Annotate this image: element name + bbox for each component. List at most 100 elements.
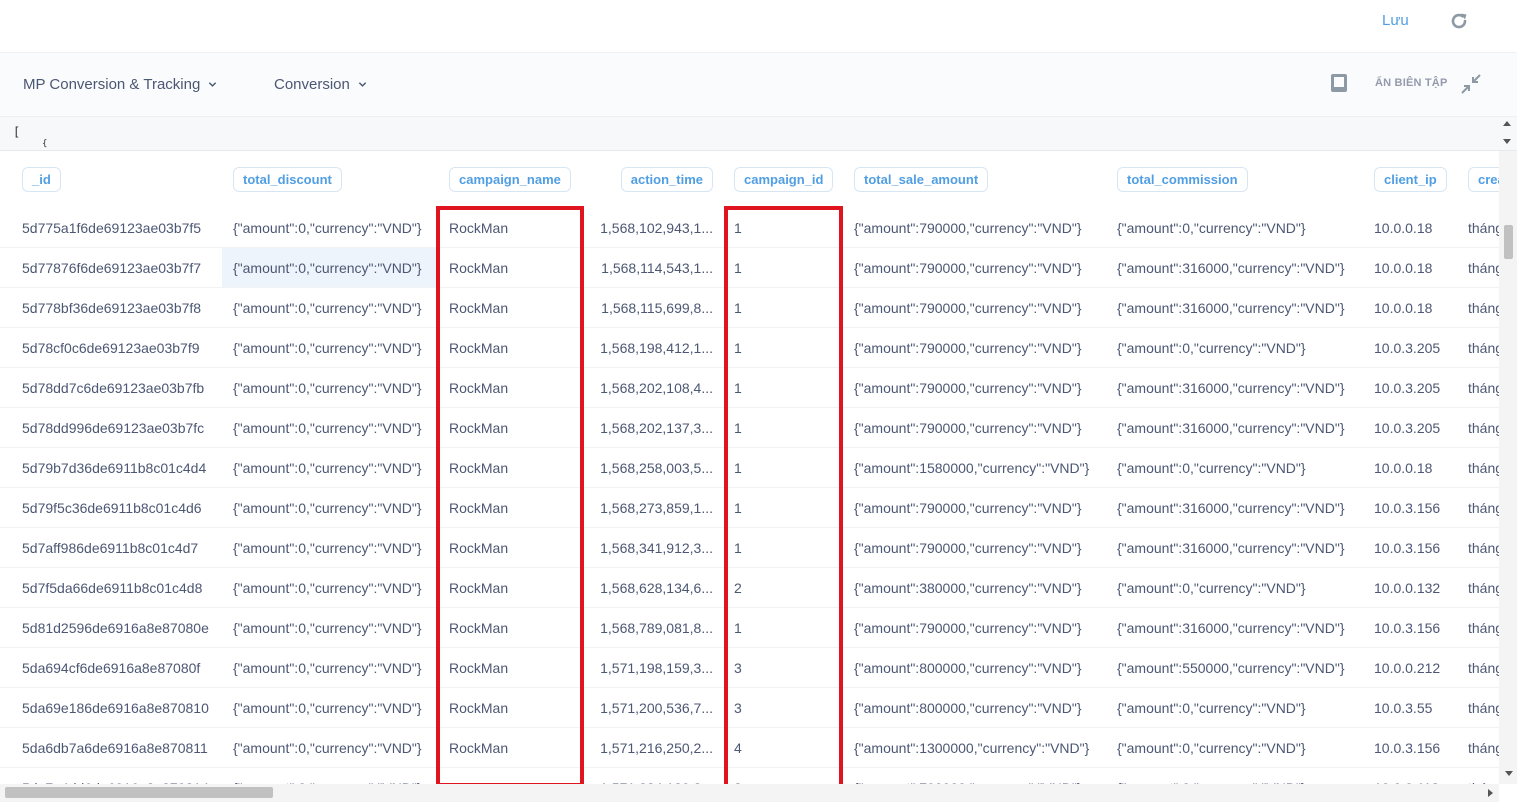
campaign-id-cell[interactable]: 3 bbox=[723, 647, 843, 688]
id-cell[interactable]: 5d7aff986de6911b8c01c4d7 bbox=[0, 527, 222, 568]
total-commission-cell[interactable]: {"amount":316000,"currency":"VND"} bbox=[1106, 607, 1363, 648]
id-cell[interactable]: 5da6db7a6de6916a8e870811 bbox=[0, 727, 222, 768]
campaign-name-cell[interactable]: RockMan bbox=[438, 367, 584, 408]
column-header-total-sale-amount[interactable]: total_sale_amount bbox=[854, 167, 989, 192]
campaign-name-cell[interactable]: RockMan bbox=[438, 208, 584, 248]
total-discount-cell[interactable]: {"amount":0,"currency":"VND"} bbox=[222, 327, 438, 368]
column-header-campaign-id[interactable]: campaign_id bbox=[734, 167, 834, 192]
campaign-id-cell[interactable]: 3 bbox=[723, 767, 843, 784]
total-discount-cell[interactable]: {"amount":0,"currency":"VND"} bbox=[222, 367, 438, 408]
total-discount-cell[interactable]: {"amount":0,"currency":"VND"} bbox=[222, 687, 438, 728]
client-ip-cell[interactable]: 10.0.0.18 bbox=[1363, 208, 1457, 248]
created-cell[interactable]: tháng bbox=[1457, 607, 1499, 648]
created-cell[interactable]: tháng bbox=[1457, 487, 1499, 528]
client-ip-cell[interactable]: 10.0.3.156 bbox=[1363, 607, 1457, 648]
campaign-id-cell[interactable]: 1 bbox=[723, 607, 843, 648]
campaign-name-cell[interactable]: RockMan bbox=[438, 687, 584, 728]
total-discount-cell[interactable]: {"amount":0,"currency":"VND"} bbox=[222, 208, 438, 248]
scroll-right-arrow[interactable] bbox=[1488, 789, 1493, 797]
campaign-name-cell[interactable]: RockMan bbox=[438, 727, 584, 768]
reference-icon[interactable] bbox=[1328, 72, 1350, 94]
id-cell[interactable]: 5da694cf6de6916a8e87080f bbox=[0, 647, 222, 688]
campaign-name-cell[interactable]: RockMan bbox=[438, 767, 584, 784]
total-commission-cell[interactable]: {"amount":316000,"currency":"VND"} bbox=[1106, 287, 1363, 328]
table-picker[interactable]: Conversion bbox=[274, 76, 367, 93]
total-sale-amount-cell[interactable]: {"amount":380000,"currency":"VND"} bbox=[843, 567, 1106, 608]
action-time-cell[interactable]: 1,568,628,134,6... bbox=[584, 567, 723, 608]
column-header-action-time[interactable]: action_time bbox=[620, 167, 713, 192]
total-sale-amount-cell[interactable]: {"amount":790000,"currency":"VND"} bbox=[843, 767, 1106, 784]
action-time-cell[interactable]: 1,568,789,081,8... bbox=[584, 607, 723, 648]
client-ip-cell[interactable]: 10.0.0.113 bbox=[1363, 767, 1457, 784]
campaign-id-cell[interactable]: 1 bbox=[723, 247, 843, 288]
total-commission-cell[interactable]: {"amount":316000,"currency":"VND"} bbox=[1106, 407, 1363, 448]
id-cell[interactable]: 5d778bf36de69123ae03b7f8 bbox=[0, 287, 222, 328]
column-header-client-ip[interactable]: client_ip bbox=[1374, 167, 1447, 192]
action-time-cell[interactable]: 1,568,202,108,4... bbox=[584, 367, 723, 408]
created-cell[interactable]: tháng bbox=[1457, 327, 1499, 368]
total-sale-amount-cell[interactable]: {"amount":790000,"currency":"VND"} bbox=[843, 407, 1106, 448]
client-ip-cell[interactable]: 10.0.0.18 bbox=[1363, 287, 1457, 328]
total-commission-cell[interactable]: {"amount":0,"currency":"VND"} bbox=[1106, 767, 1363, 784]
campaign-name-cell[interactable]: RockMan bbox=[438, 327, 584, 368]
client-ip-cell[interactable]: 10.0.0.132 bbox=[1363, 567, 1457, 608]
client-ip-cell[interactable]: 10.0.3.205 bbox=[1363, 367, 1457, 408]
total-sale-amount-cell[interactable]: {"amount":790000,"currency":"VND"} bbox=[843, 247, 1106, 288]
campaign-id-cell[interactable]: 1 bbox=[723, 367, 843, 408]
query-editor[interactable]: [ { bbox=[0, 117, 1517, 151]
campaign-id-cell[interactable]: 1 bbox=[723, 407, 843, 448]
id-cell[interactable]: 5d79f5c36de6911b8c01c4d6 bbox=[0, 487, 222, 528]
created-cell[interactable]: tháng bbox=[1457, 527, 1499, 568]
campaign-name-cell[interactable]: RockMan bbox=[438, 247, 584, 288]
client-ip-cell[interactable]: 10.0.3.55 bbox=[1363, 687, 1457, 728]
total-sale-amount-cell[interactable]: {"amount":790000,"currency":"VND"} bbox=[843, 527, 1106, 568]
total-discount-cell[interactable]: {"amount":0,"currency":"VND"} bbox=[222, 487, 438, 528]
action-time-cell[interactable]: 1,571,198,159,3... bbox=[584, 647, 723, 688]
campaign-id-cell[interactable]: 1 bbox=[723, 327, 843, 368]
total-discount-cell[interactable]: {"amount":0,"currency":"VND"} bbox=[222, 407, 438, 448]
action-time-cell[interactable]: 1,568,114,543,1... bbox=[584, 247, 723, 288]
action-time-cell[interactable]: 1,568,341,912,3... bbox=[584, 527, 723, 568]
hide-editor-button[interactable]: ẨN BIÊN TẬP bbox=[1375, 77, 1447, 89]
created-cell[interactable]: tháng bbox=[1457, 287, 1499, 328]
campaign-id-cell[interactable]: 2 bbox=[723, 567, 843, 608]
client-ip-cell[interactable]: 10.0.0.18 bbox=[1363, 247, 1457, 288]
client-ip-cell[interactable]: 10.0.3.205 bbox=[1363, 327, 1457, 368]
campaign-id-cell[interactable]: 4 bbox=[723, 727, 843, 768]
id-cell[interactable]: 5d81d2596de6916a8e87080e bbox=[0, 607, 222, 648]
total-sale-amount-cell[interactable]: {"amount":800000,"currency":"VND"} bbox=[843, 647, 1106, 688]
campaign-name-cell[interactable]: RockMan bbox=[438, 607, 584, 648]
created-cell[interactable]: tháng bbox=[1457, 767, 1499, 784]
campaign-name-cell[interactable]: RockMan bbox=[438, 527, 584, 568]
action-time-cell[interactable]: 1,568,273,859,1... bbox=[584, 487, 723, 528]
id-cell[interactable]: 5d78dd996de69123ae03b7fc bbox=[0, 407, 222, 448]
collapse-icon[interactable] bbox=[1460, 73, 1482, 95]
action-time-cell[interactable]: 1,571,200,536,7... bbox=[584, 687, 723, 728]
id-cell[interactable]: 5d79b7d36de6911b8c01c4d4 bbox=[0, 447, 222, 488]
total-commission-cell[interactable]: {"amount":0,"currency":"VND"} bbox=[1106, 567, 1363, 608]
total-commission-cell[interactable]: {"amount":316000,"currency":"VND"} bbox=[1106, 247, 1363, 288]
total-commission-cell[interactable]: {"amount":0,"currency":"VND"} bbox=[1106, 208, 1363, 248]
campaign-id-cell[interactable]: 1 bbox=[723, 487, 843, 528]
campaign-name-cell[interactable]: RockMan bbox=[438, 287, 584, 328]
action-time-cell[interactable]: 1,568,102,943,1... bbox=[584, 208, 723, 248]
action-time-cell[interactable]: 1,568,115,699,8... bbox=[584, 287, 723, 328]
total-commission-cell[interactable]: {"amount":0,"currency":"VND"} bbox=[1106, 327, 1363, 368]
total-sale-amount-cell[interactable]: {"amount":790000,"currency":"VND"} bbox=[843, 607, 1106, 648]
scroll-up-arrow[interactable] bbox=[1503, 121, 1511, 126]
total-sale-amount-cell[interactable]: {"amount":790000,"currency":"VND"} bbox=[843, 287, 1106, 328]
campaign-id-cell[interactable]: 1 bbox=[723, 527, 843, 568]
total-discount-cell[interactable]: {"amount":0,"currency":"VND"} bbox=[222, 287, 438, 328]
action-time-cell[interactable]: 1,568,258,003,5... bbox=[584, 447, 723, 488]
action-time-cell[interactable]: 1,571,216,250,2... bbox=[584, 727, 723, 768]
created-cell[interactable]: tháng bbox=[1457, 687, 1499, 728]
campaign-id-cell[interactable]: 1 bbox=[723, 447, 843, 488]
total-discount-cell[interactable]: {"amount":0,"currency":"VND"} bbox=[222, 607, 438, 648]
total-discount-cell[interactable]: {"amount":0,"currency":"VND"} bbox=[222, 767, 438, 784]
client-ip-cell[interactable]: 10.0.3.205 bbox=[1363, 407, 1457, 448]
id-cell[interactable]: 5d78dd7c6de69123ae03b7fb bbox=[0, 367, 222, 408]
total-sale-amount-cell[interactable]: {"amount":1580000,"currency":"VND"} bbox=[843, 447, 1106, 488]
created-cell[interactable]: tháng bbox=[1457, 647, 1499, 688]
total-discount-cell[interactable]: {"amount":0,"currency":"VND"} bbox=[222, 567, 438, 608]
total-sale-amount-cell[interactable]: {"amount":800000,"currency":"VND"} bbox=[843, 687, 1106, 728]
